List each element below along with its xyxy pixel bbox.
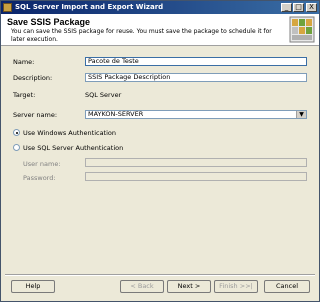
cancel-button[interactable]: Cancel <box>264 280 310 293</box>
window-title: SQL Server Import and Export Wizard <box>15 3 164 11</box>
description-label: Description: <box>13 74 53 82</box>
target-value: SQL Server <box>85 91 122 99</box>
wizard-header: Save SSIS Package You can save the SSIS … <box>1 14 319 46</box>
dropdown-arrow-icon[interactable]: ▼ <box>296 111 306 118</box>
wizard-window: SQL Server Import and Export Wizard _ □ … <box>0 0 320 302</box>
server-name-select[interactable]: MAYKON-SERVER ▼ <box>85 110 307 119</box>
close-button[interactable]: X <box>306 3 317 12</box>
help-button[interactable]: Help <box>11 280 55 293</box>
windows-auth-label[interactable]: Use Windows Authentication <box>23 129 116 137</box>
footer-separator <box>5 274 315 276</box>
username-input[interactable] <box>85 158 307 167</box>
name-label: Name: <box>13 58 35 66</box>
server-name-label: Server name: <box>13 111 58 119</box>
description-input[interactable]: SSIS Package Description <box>85 73 307 82</box>
maximize-button[interactable]: □ <box>293 3 304 12</box>
name-input[interactable]: Pacote de Teste <box>85 57 307 66</box>
windows-auth-radio[interactable] <box>13 129 20 136</box>
username-label: User name: <box>23 160 61 168</box>
app-icon <box>3 3 12 12</box>
back-button[interactable]: < Back <box>120 280 164 293</box>
finish-button[interactable]: Finish >>| <box>214 280 258 293</box>
target-label: Target: <box>13 91 36 99</box>
password-label: Password: <box>23 174 56 182</box>
sql-auth-label[interactable]: Use SQL Server Authentication <box>23 144 123 152</box>
wizard-graphic-icon <box>289 16 315 43</box>
title-bar[interactable]: SQL Server Import and Export Wizard _ □ … <box>1 1 319 14</box>
minimize-button[interactable]: _ <box>281 3 292 12</box>
page-subtitle: You can save the SSIS package for reuse.… <box>11 28 272 43</box>
sql-auth-radio[interactable] <box>13 144 20 151</box>
next-button[interactable]: Next > <box>167 280 211 293</box>
server-name-value: MAYKON-SERVER <box>88 110 144 118</box>
password-input[interactable] <box>85 172 307 181</box>
page-title: Save SSIS Package <box>7 17 91 27</box>
